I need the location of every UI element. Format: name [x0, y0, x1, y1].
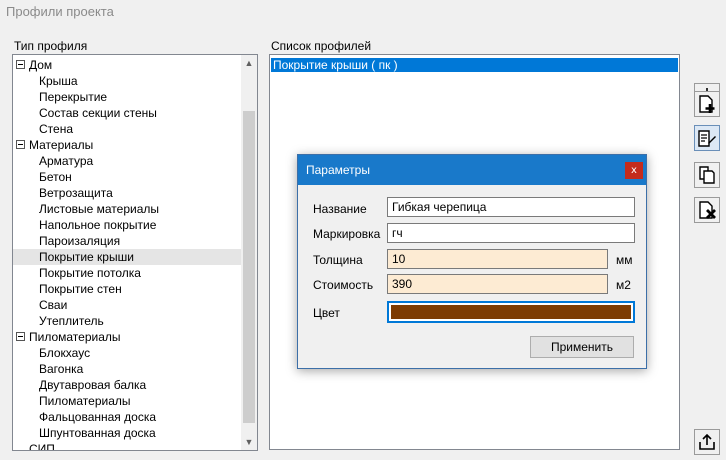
dialog-title: Параметры: [306, 163, 370, 177]
profiles-label: Список профилей: [271, 39, 372, 53]
color-fill: [391, 305, 631, 319]
tree-item-label: Шпунтованная доска: [39, 426, 156, 440]
tree-item[interactable]: Вагонка: [13, 361, 241, 377]
tree-item[interactable]: Дом: [13, 57, 241, 73]
tree-item[interactable]: Напольное покрытие: [13, 217, 241, 233]
thickness-input[interactable]: [387, 249, 608, 269]
tree-item-label: Ветрозащита: [39, 186, 113, 200]
scroll-down-arrow-icon[interactable]: ▼: [241, 434, 257, 450]
color-label: Цвет: [313, 306, 340, 320]
tree-list: Дом Крыша Перекрытие Состав секции стены Сте…: [13, 57, 241, 451]
tree-item-label: Перекрытие: [39, 90, 108, 104]
tree-item[interactable]: Ветрозащита: [13, 185, 241, 201]
color-picker[interactable]: [387, 301, 635, 323]
tree-item-label: Утеплитель: [39, 314, 104, 328]
tree-item-label: Дом: [29, 58, 53, 72]
tree-item[interactable]: Пиломатериалы: [13, 393, 241, 409]
edit-profile-button[interactable]: [694, 125, 720, 151]
tree-item[interactable]: Покрытие потолка: [13, 265, 241, 281]
tree-item[interactable]: Пиломатериалы: [13, 329, 241, 345]
tree-item-label: Бетон: [39, 170, 72, 184]
apply-button[interactable]: Применить: [530, 336, 634, 358]
cost-label: Стоимость: [313, 278, 374, 292]
thickness-label: Толщина: [313, 253, 363, 267]
tree-item-label: СИП: [29, 442, 55, 451]
tree-item-label: Фальцованная доска: [39, 410, 156, 424]
tree-item[interactable]: Пароизаляция: [13, 233, 241, 249]
name-label: Название: [313, 202, 367, 216]
tree-item-label: Двутавровая балка: [39, 378, 147, 392]
thickness-unit: мм: [616, 253, 633, 267]
tree-item-label: Блокхаус: [39, 346, 91, 360]
new-profile-icon: [699, 95, 715, 113]
cost-unit: м2: [616, 278, 631, 292]
tree-item[interactable]: Состав секции стены: [13, 105, 241, 121]
collapse-icon[interactable]: [16, 140, 25, 149]
tree-scrollbar[interactable]: ▲ ▼: [241, 55, 257, 450]
tree-item-label: Стена: [39, 122, 74, 136]
collapse-icon[interactable]: [16, 60, 25, 69]
tree-item[interactable]: Арматура: [13, 153, 241, 169]
delete-profile-button[interactable]: [694, 197, 720, 223]
export-icon: [699, 433, 715, 450]
tree-item-label: Арматура: [39, 154, 94, 168]
tree-item-label: Состав секции стены: [39, 106, 157, 120]
window-title: Профили проекта: [6, 4, 114, 19]
tree-item-label: Напольное покрытие: [39, 218, 157, 232]
tree-item-label: Крыша: [39, 74, 78, 88]
tree-item[interactable]: Материалы: [13, 137, 241, 153]
tree-item-label: Покрытие стен: [39, 282, 122, 296]
tree-item-label: Сваи: [39, 298, 68, 312]
tree-label: Тип профиля: [14, 39, 88, 53]
new-profile-button[interactable]: [694, 91, 720, 117]
tree-item-label: Пароизаляция: [39, 234, 121, 248]
tree-item[interactable]: Листовые материалы: [13, 201, 241, 217]
export-button[interactable]: [694, 429, 720, 455]
delete-profile-icon: [699, 201, 716, 219]
dialog-titlebar[interactable]: Параметры x: [298, 155, 646, 185]
tree-item[interactable]: Покрытие стен: [13, 281, 241, 297]
mark-label: Маркировка: [313, 227, 381, 241]
name-input[interactable]: [387, 197, 635, 217]
tree-item[interactable]: Двутавровая балка: [13, 377, 241, 393]
tree-item[interactable]: Сваи: [13, 297, 241, 313]
tree-item[interactable]: Бетон: [13, 169, 241, 185]
profile-type-tree[interactable]: Дом Крыша Перекрытие Состав секции стены Сте…: [12, 54, 258, 451]
tree-item-label: Покрытие потолка: [39, 266, 141, 280]
edit-profile-icon: [698, 130, 716, 147]
tree-item[interactable]: Стена: [13, 121, 241, 137]
tree-item[interactable]: Утеплитель: [13, 313, 241, 329]
tree-item[interactable]: Шпунтованная доска: [13, 425, 241, 441]
scroll-up-arrow-icon[interactable]: ▲: [241, 55, 257, 71]
tree-item[interactable]: Перекрытие: [13, 89, 241, 105]
tree-item-label: Материалы: [29, 138, 94, 152]
tree-item-label: Листовые материалы: [39, 202, 159, 216]
tree-item[interactable]: Покрытие крыши: [13, 249, 241, 265]
tree-item-label: Вагонка: [39, 362, 84, 376]
tree-item[interactable]: Блокхаус: [13, 345, 241, 361]
copy-profile-button[interactable]: [694, 162, 720, 188]
copy-profile-icon: [699, 166, 715, 184]
tree-item[interactable]: СИП: [13, 441, 241, 451]
collapse-icon[interactable]: [16, 332, 25, 341]
parameters-dialog: Параметры x Название Маркировка Толщина …: [297, 154, 647, 369]
tree-item-label: Пиломатериалы: [29, 330, 121, 344]
scroll-thumb[interactable]: [243, 111, 255, 423]
tree-item[interactable]: Крыша: [13, 73, 241, 89]
tree-item[interactable]: Фальцованная доска: [13, 409, 241, 425]
tree-item-label: Пиломатериалы: [39, 394, 131, 408]
tree-item-label: Покрытие крыши: [39, 250, 134, 264]
mark-input[interactable]: [387, 223, 635, 243]
close-button[interactable]: x: [625, 162, 643, 179]
cost-input[interactable]: [387, 274, 608, 294]
list-item[interactable]: Покрытие крыши ( пк ): [271, 58, 678, 72]
